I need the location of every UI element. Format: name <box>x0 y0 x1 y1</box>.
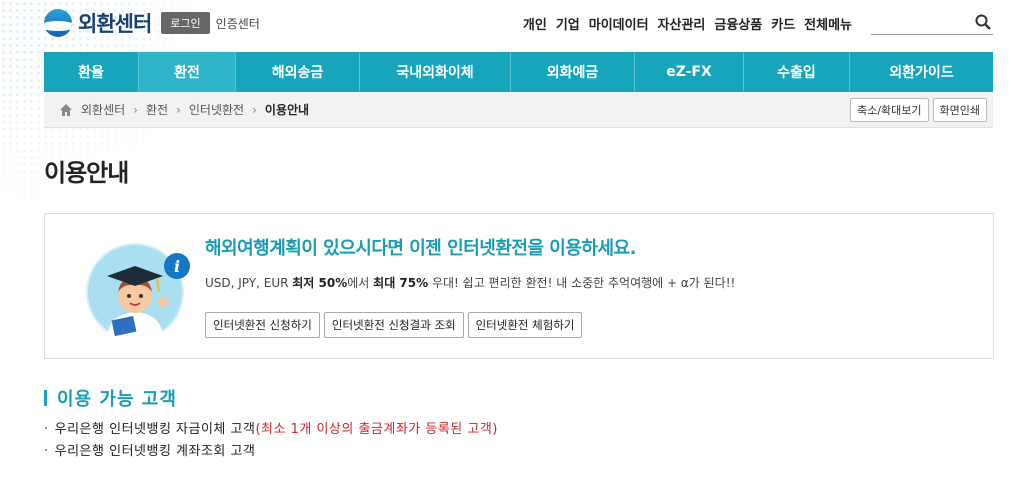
top-nav-mydata[interactable]: 마이데이터 <box>589 14 649 33</box>
chevron-right-icon: › <box>133 102 138 117</box>
cert-center-link[interactable]: 인증센터 <box>216 15 260 32</box>
info-headline: 해외여행계획이 있으시다면 이젠 인터넷환전을 이용하세요. <box>205 238 636 259</box>
info-description: USD, JPY, EUR 최저 50%에서 최대 75% 우대! 쉽고 편리한… <box>205 274 735 291</box>
list-item: 우리은행 인터넷뱅킹 계좌조회 고객 <box>44 441 498 463</box>
main-nav-ezfx[interactable]: eZ-FX <box>635 52 744 92</box>
info-actions: 인터넷환전 신청하기 인터넷환전 신청결과 조회 인터넷환전 체험하기 <box>205 312 583 338</box>
list-item-text: 우리은행 인터넷뱅킹 자금이체 고객 <box>54 422 256 437</box>
search-input[interactable] <box>871 11 993 35</box>
main-nav-rate[interactable]: 환율 <box>44 52 139 92</box>
list-item-text: 우리은행 인터넷뱅킹 계좌조회 고객 <box>54 444 256 459</box>
svg-text:i: i <box>174 257 180 276</box>
breadcrumb: 외환센터 › 환전 › 인터넷환전 › 이용안내 축소/확대보기 화면인쇄 <box>44 92 993 128</box>
desc-mid: 에서 <box>347 276 374 290</box>
main-nav-trade[interactable]: 수출입 <box>744 52 850 92</box>
apply-button[interactable]: 인터넷환전 신청하기 <box>205 312 320 338</box>
breadcrumb-current: 이용안내 <box>264 103 310 117</box>
main-nav-domestic-transfer[interactable]: 국내외화이체 <box>360 52 511 92</box>
main-nav-guide[interactable]: 외환가이드 <box>850 52 993 92</box>
list-item: 우리은행 인터넷뱅킹 자금이체 고객(최소 1개 이상의 출금계좌가 등록된 고… <box>44 419 498 441</box>
logo[interactable]: 외환센터 <box>44 8 152 38</box>
top-nav-card[interactable]: 카드 <box>771 14 795 33</box>
section-bar <box>44 390 47 406</box>
top-nav-products[interactable]: 금융상품 <box>714 14 762 33</box>
breadcrumb-exchange[interactable]: 환전 <box>146 101 168 118</box>
main-nav-deposit[interactable]: 외화예금 <box>511 52 635 92</box>
breadcrumb-internet-exchange[interactable]: 인터넷환전 <box>189 101 244 118</box>
home-icon[interactable] <box>59 103 73 117</box>
chevron-right-icon: › <box>176 102 181 117</box>
logo-text: 외환센터 <box>78 12 152 36</box>
chevron-right-icon: › <box>252 102 257 117</box>
search-icon[interactable] <box>975 14 991 30</box>
print-button[interactable]: 화면인쇄 <box>932 97 987 122</box>
result-inquiry-button[interactable]: 인터넷환전 신청결과 조회 <box>323 312 464 338</box>
page-title: 이용안내 <box>44 159 129 187</box>
top-nav-asset[interactable]: 자산관리 <box>658 14 706 33</box>
breadcrumb-fx-center[interactable]: 외환센터 <box>81 101 125 118</box>
eligible-customer-list: 우리은행 인터넷뱅킹 자금이체 고객(최소 1개 이상의 출금계좌가 등록된 고… <box>44 419 498 463</box>
desc-min-rate: 최저 50% <box>292 276 348 290</box>
section-title-text: 이용 가능 고객 <box>57 389 177 410</box>
main-nav-exchange[interactable]: 환전 <box>139 52 236 92</box>
zoom-button[interactable]: 축소/확대보기 <box>850 97 929 122</box>
desc-suffix: 우대! 쉽고 편리한 환전! 내 소중한 추억여행에 + α가 된다!! <box>428 276 736 290</box>
trial-button[interactable]: 인터넷환전 체험하기 <box>467 312 583 338</box>
header: 외환센터 로그인 인증센터 개인 기업 마이데이터 자산관리 금융상품 카드 전… <box>44 6 993 40</box>
student-illustration-icon: i <box>86 243 190 340</box>
page-tools: 축소/확대보기 화면인쇄 <box>850 97 987 122</box>
main-nav: 환율 환전 해외송금 국내외화이체 외화예금 eZ-FX 수출입 외환가이드 <box>44 52 993 92</box>
top-nav: 개인 기업 마이데이터 자산관리 금융상품 카드 전체메뉴 <box>523 11 993 35</box>
top-nav-corporate[interactable]: 기업 <box>556 14 580 33</box>
desc-max-rate: 최대 75% <box>373 276 429 290</box>
list-item-note: (최소 1개 이상의 출금계좌가 등록된 고객) <box>255 422 498 437</box>
top-nav-personal[interactable]: 개인 <box>523 14 547 33</box>
info-box: i 해외여행계획이 있으시다면 이젠 인터넷환전을 이용하세요. USD, JP… <box>44 213 994 359</box>
top-nav-all-menu[interactable]: 전체메뉴 <box>804 14 852 33</box>
login-button[interactable]: 로그인 <box>161 12 210 34</box>
main-nav-remittance[interactable]: 해외송금 <box>236 52 360 92</box>
desc-prefix: USD, JPY, EUR <box>205 276 293 290</box>
section-title: 이용 가능 고객 <box>44 385 177 411</box>
logo-icon <box>44 9 72 37</box>
